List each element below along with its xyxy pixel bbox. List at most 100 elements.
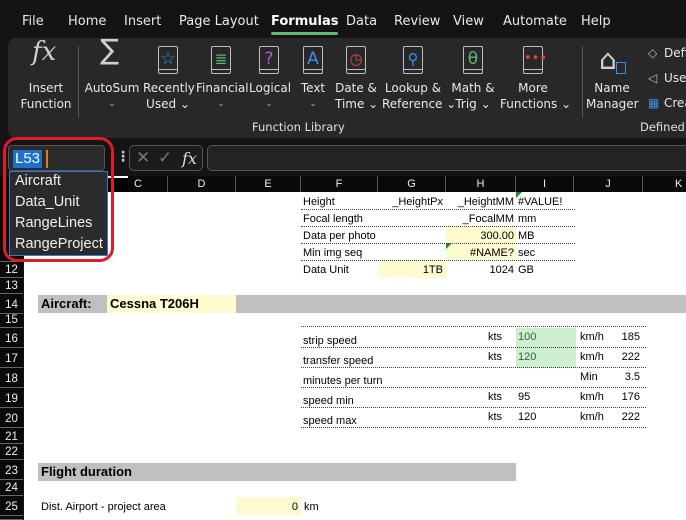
confirm-icon[interactable]: ✓	[158, 148, 172, 168]
tab-file[interactable]: File	[22, 14, 44, 29]
column-header-g[interactable]: G	[378, 176, 446, 192]
dropdown-item-rangelines[interactable]: RangeLines	[15, 215, 92, 231]
speed-kmh-value[interactable]: 222	[614, 410, 640, 424]
name-manager-button[interactable]: ⌂ Name Manager	[586, 38, 639, 118]
param-label[interactable]: Min img seq	[303, 246, 362, 260]
cancel-icon[interactable]: ✕	[136, 148, 150, 168]
more-functions-button[interactable]: ••• More Functions ⌄	[500, 38, 571, 118]
row-header-14[interactable]: 14	[0, 294, 23, 314]
name-box[interactable]: L53	[8, 145, 105, 171]
use-in-formula-button[interactable]: ◁ Use i	[648, 71, 686, 85]
recently-used-label-2: Used ⌄	[146, 97, 190, 111]
row-header-12[interactable]: 12	[0, 262, 23, 278]
magnifier-book-icon: ⚲	[397, 44, 429, 78]
recently-used-button[interactable]: ☆ Recently Used ⌄	[143, 38, 195, 118]
param-label[interactable]: Height	[303, 195, 335, 209]
param-label[interactable]: Focal length	[303, 212, 363, 226]
param-i-value[interactable]: GB	[518, 263, 534, 277]
tab-page-layout[interactable]: Page Layout	[179, 14, 259, 29]
distance-value[interactable]: 0	[238, 500, 298, 514]
column-header-h[interactable]: H	[446, 176, 516, 192]
tab-insert[interactable]: Insert	[124, 14, 161, 29]
param-h-value[interactable]: #NAME?	[446, 246, 514, 260]
tab-review[interactable]: Review	[394, 14, 440, 29]
row-header-17[interactable]: 17	[0, 348, 23, 368]
speed-kmh-value[interactable]: 176	[614, 390, 640, 404]
fx-icon: fx	[32, 37, 57, 67]
row-header-23[interactable]: 23	[0, 460, 23, 480]
tab-automate[interactable]: Automate	[503, 14, 567, 29]
param-label[interactable]: Data Unit	[303, 263, 349, 277]
param-h-value[interactable]: 1024	[446, 263, 514, 277]
row-header-24[interactable]: 24	[0, 480, 23, 496]
math-trig-label-2: Trig ⌄	[455, 97, 491, 111]
worksheet-grid[interactable]: Height _HeightPx _HeightMM #VALUE! Focal…	[24, 192, 686, 520]
name-box-value[interactable]: L53	[13, 150, 43, 168]
row-header-16[interactable]: 16	[0, 328, 23, 348]
param-i-value[interactable]: MB	[518, 229, 535, 243]
insert-function-icon[interactable]: fx	[182, 149, 197, 168]
dropdown-item-rangeproject[interactable]: RangeProject	[15, 236, 103, 252]
speed-label[interactable]: minutes per turn	[303, 374, 382, 388]
param-i-value[interactable]: #VALUE!	[518, 195, 562, 209]
param-g-value[interactable]: 1TB	[378, 263, 443, 277]
row-header-25[interactable]: 25	[0, 496, 23, 516]
text-cursor	[46, 150, 48, 168]
row-header-13[interactable]: 13	[0, 278, 23, 294]
date-time-button[interactable]: ◷ Date & Time ⌄	[335, 38, 378, 118]
param-i-value[interactable]: mm	[518, 212, 536, 226]
aircraft-value[interactable]: Cessna T206H	[110, 297, 199, 311]
insert-function-button[interactable]: fx Insert Function	[18, 38, 74, 118]
dropdown-item-aircraft[interactable]: Aircraft	[15, 173, 61, 189]
param-h-value[interactable]: 300.00	[446, 229, 514, 243]
dotted-border	[301, 347, 646, 348]
column-header-j[interactable]: J	[574, 176, 643, 192]
row-header-22[interactable]: 22	[0, 444, 23, 460]
speed-label[interactable]: transfer speed	[303, 354, 373, 368]
tab-help[interactable]: Help	[581, 14, 611, 29]
speed-kts-value[interactable]: 100	[518, 330, 536, 344]
speed-kts-value[interactable]: 95	[518, 390, 530, 404]
math-trig-button[interactable]: θ Math & Trig ⌄	[450, 38, 496, 118]
autosum-button[interactable]: ∑ AutoSum ⌄	[84, 36, 140, 118]
speed-label[interactable]: speed max	[303, 414, 357, 428]
turn-unit-min: Min	[580, 371, 598, 383]
define-name-button[interactable]: ◇ Defin	[648, 46, 686, 60]
logical-button[interactable]: ? Logical ⌄	[249, 38, 291, 118]
tab-home[interactable]: Home	[68, 14, 106, 29]
dropdown-item-data-unit[interactable]: Data_Unit	[15, 194, 79, 210]
tab-data[interactable]: Data	[346, 14, 377, 29]
column-header-e[interactable]: E	[236, 176, 301, 192]
column-header-d[interactable]: D	[168, 176, 236, 192]
column-header-k[interactable]: K	[643, 176, 686, 192]
speed-label[interactable]: speed min	[303, 394, 354, 408]
create-from-selection-label: Creat	[664, 96, 686, 110]
minutes-per-turn-value[interactable]: 3.5	[614, 370, 640, 384]
speed-kmh-value[interactable]: 185	[614, 330, 640, 344]
column-header-f[interactable]: F	[301, 176, 378, 192]
tab-formulas[interactable]: Formulas	[271, 14, 339, 35]
lookup-reference-button[interactable]: ⚲ Lookup & Reference ⌄	[382, 38, 456, 118]
column-header-i[interactable]: I	[516, 176, 574, 192]
param-label[interactable]: Data per photo	[303, 229, 376, 243]
row-header-18[interactable]: 18	[0, 368, 23, 388]
financial-button[interactable]: ≣ Financial ⌄	[196, 38, 249, 118]
row-header-21[interactable]: 21	[0, 428, 23, 444]
text-button[interactable]: A Text ⌄	[297, 38, 329, 118]
create-from-selection-button[interactable]: ▦ Creat	[648, 96, 686, 110]
speed-kts-value[interactable]: 120	[518, 410, 536, 424]
param-h-value[interactable]: _HeightMM	[446, 195, 514, 209]
formula-input[interactable]	[207, 145, 686, 171]
row-header-20[interactable]: 20	[0, 408, 23, 428]
speed-kmh-value[interactable]: 222	[614, 350, 640, 364]
resize-handle-icon[interactable]: ⋮	[116, 149, 130, 165]
param-g-value[interactable]: _HeightPx	[374, 195, 443, 209]
speed-kts-value[interactable]: 120	[518, 350, 536, 364]
row-header-15[interactable]: 15	[0, 314, 23, 328]
row-header-19[interactable]: 19	[0, 388, 23, 408]
tab-view[interactable]: View	[453, 14, 484, 29]
speed-label[interactable]: strip speed	[303, 334, 357, 348]
param-i-value[interactable]: sec	[518, 246, 535, 260]
column-header-c[interactable]: C	[128, 176, 168, 192]
param-h-value[interactable]: _FocalMM	[446, 212, 514, 226]
